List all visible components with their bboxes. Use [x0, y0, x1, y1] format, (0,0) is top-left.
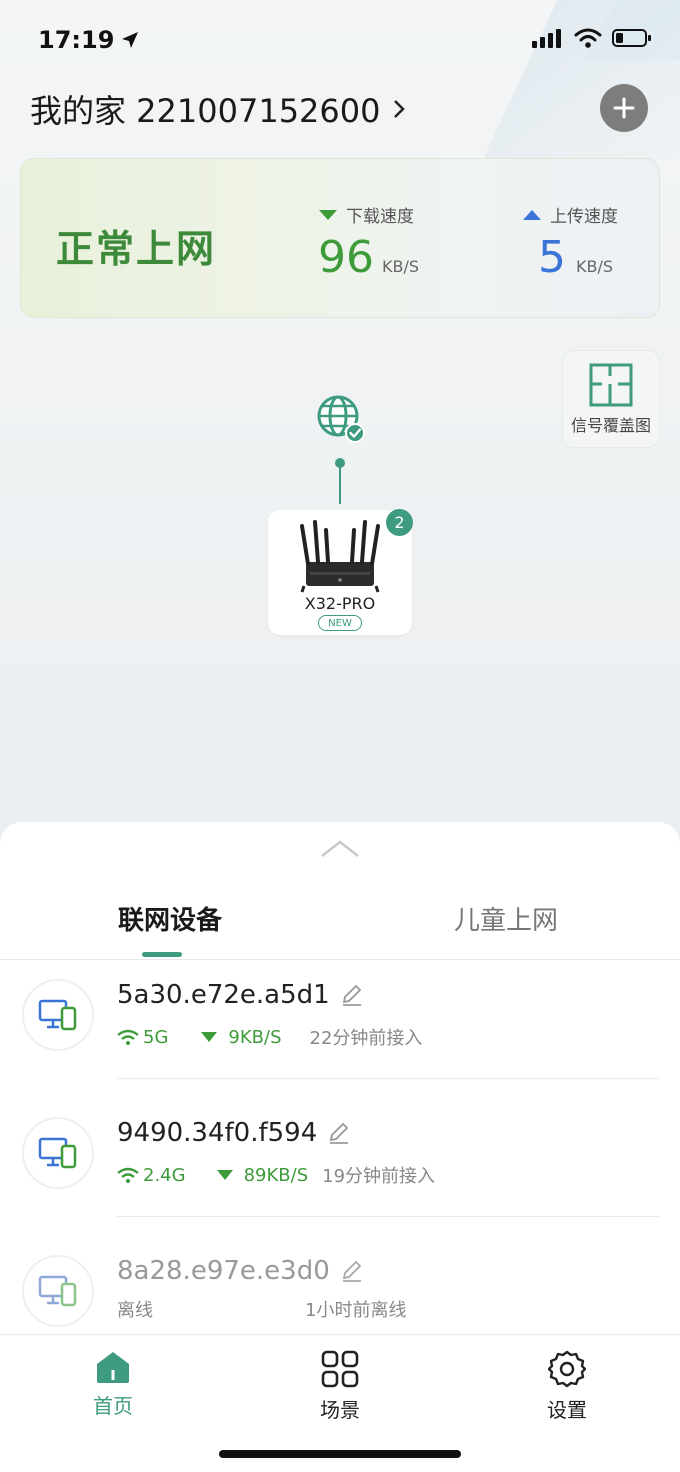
device-speed: 89KB/S [243, 1164, 309, 1186]
active-tab-indicator [142, 952, 182, 957]
row-divider [116, 1078, 660, 1079]
download-label: 下载速度 [346, 207, 414, 227]
upload-label-row: 上传速度 [522, 202, 618, 227]
location-arrow-icon [122, 32, 139, 48]
edit-pencil-icon[interactable] [340, 1259, 364, 1283]
upload-value: 5 [538, 232, 566, 283]
download-speed: 96 KB/S [318, 232, 419, 283]
device-icon-container [22, 1117, 94, 1189]
upload-unit: KB/S [576, 257, 614, 276]
add-button[interactable] [600, 84, 648, 132]
new-badge: NEW [318, 615, 362, 631]
device-name: 5a30.e72e.a5d1 [117, 980, 330, 1010]
download-label-row: 下载速度 [318, 202, 414, 227]
chevron-right-icon [393, 100, 405, 118]
edit-pencil-icon[interactable] [340, 983, 364, 1007]
device-speed: 9KB/S [228, 1026, 282, 1048]
gear-icon [548, 1350, 586, 1388]
wifi-status-icon [574, 28, 602, 48]
device-icon-container [22, 979, 94, 1051]
nav-settings[interactable]: 设置 [507, 1350, 627, 1423]
coverage-map-label: 信号覆盖图 [570, 416, 651, 435]
device-name: 9490.34f0.f594 [117, 1118, 318, 1148]
download-triangle-icon [216, 1170, 233, 1180]
nav-home[interactable]: 首页 [53, 1350, 173, 1419]
device-connect-time: 22分钟前接入 [309, 1028, 423, 1049]
device-band: 5G [143, 1026, 169, 1048]
device-offline-time: 1小时前离线 [305, 1300, 407, 1321]
wifi-icon [117, 1029, 139, 1045]
download-triangle-icon [201, 1032, 218, 1042]
tab-divider [0, 959, 680, 960]
row-divider [116, 1216, 660, 1217]
nav-settings-label: 设置 [547, 1398, 587, 1422]
tab-connected-devices[interactable]: 联网设备 [118, 900, 222, 937]
cellular-signal-icon [532, 29, 561, 48]
globe-icon [317, 395, 365, 443]
nav-scenes-label: 场景 [320, 1398, 360, 1422]
chevron-up-icon [321, 840, 359, 857]
status-time: 17:19 [38, 26, 140, 54]
device-band: 2.4G [143, 1164, 186, 1186]
device-meta: 5G 9KB/S 22分钟前接入 [117, 1024, 422, 1050]
grid-icon [321, 1350, 359, 1388]
multi-device-icon [38, 1137, 77, 1169]
home-selector[interactable]: 我的家 221007152600 [30, 86, 407, 132]
status-time-text: 17:19 [38, 26, 115, 54]
nav-divider [0, 1334, 680, 1335]
nav-scenes[interactable]: 场景 [280, 1350, 400, 1423]
tab-kids-internet[interactable]: 儿童上网 [454, 900, 558, 937]
floorplan-icon [589, 363, 633, 407]
home-indicator [219, 1450, 461, 1458]
device-meta: 离线 1小时前离线 [117, 1296, 406, 1322]
router-count-badge: 2 [386, 509, 413, 536]
device-name: 8a28.e97e.e3d0 [117, 1256, 330, 1286]
download-unit: KB/S [382, 257, 420, 276]
device-status: 离线 [117, 1300, 153, 1321]
coverage-map-button[interactable]: 信号覆盖图 [562, 350, 660, 448]
download-value: 96 [318, 232, 374, 283]
router-icon [300, 520, 380, 593]
battery-icon [612, 29, 651, 47]
device-icon-container [22, 1255, 94, 1327]
edit-pencil-icon[interactable] [327, 1121, 351, 1145]
plus-icon [613, 97, 635, 119]
download-triangle-icon [319, 209, 337, 220]
multi-device-icon [38, 1275, 77, 1307]
upload-triangle-icon [523, 209, 541, 220]
internet-globe[interactable] [316, 394, 366, 448]
home-icon [97, 1352, 129, 1383]
multi-device-icon [38, 999, 77, 1031]
device-row[interactable]: 5a30.e72e.a5d1 [117, 980, 364, 1010]
device-row[interactable]: 9490.34f0.f594 [117, 1118, 351, 1148]
home-title: 我的家 221007152600 [30, 92, 381, 130]
router-name: X32-PRO [304, 594, 376, 613]
nav-home-label: 首页 [93, 1394, 133, 1418]
connector-line [339, 462, 341, 504]
status-indicators [532, 28, 652, 48]
upload-label: 上传速度 [550, 207, 618, 227]
device-meta: 2.4G 89KB/S 19分钟前接入 [117, 1162, 435, 1188]
wifi-icon [117, 1167, 139, 1183]
upload-speed: 5 KB/S [538, 232, 613, 283]
device-row[interactable]: 8a28.e97e.e3d0 [117, 1256, 364, 1286]
network-status: 正常上网 [56, 227, 217, 271]
expand-sheet-handle[interactable] [320, 838, 360, 862]
device-connect-time: 19分钟前接入 [322, 1166, 436, 1187]
